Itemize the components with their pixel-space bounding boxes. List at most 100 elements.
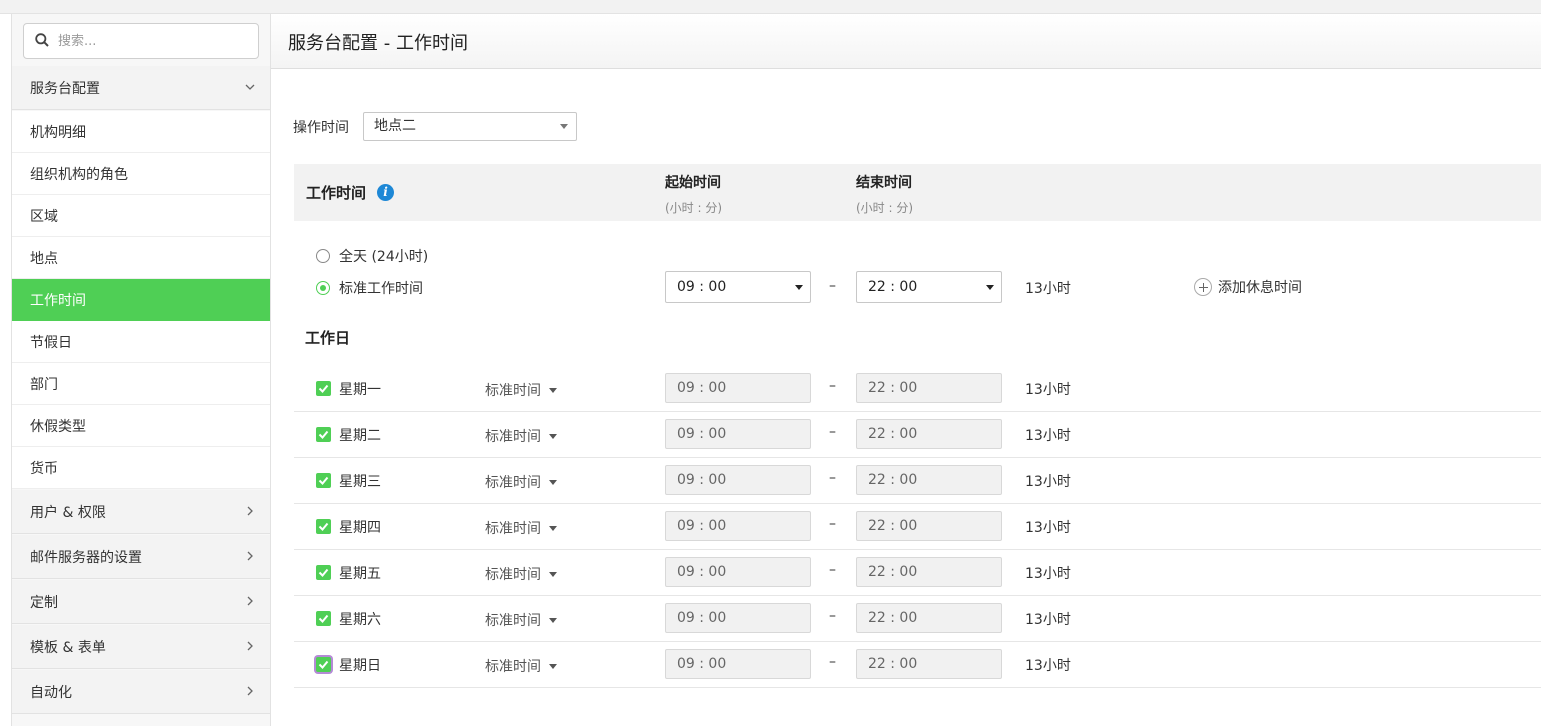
time-range-dash: –	[829, 562, 836, 578]
allday-radio[interactable]	[316, 249, 330, 263]
workday-start-value: 09 : 00	[677, 656, 727, 672]
workday-start-time: 09 : 00	[665, 603, 811, 633]
workday-end-value: 22 : 00	[868, 380, 918, 396]
time-range-dash: –	[829, 608, 836, 624]
caret-down-icon	[549, 571, 557, 577]
location-select[interactable]: 地点二	[363, 112, 577, 141]
sidebar-item-currency[interactable]: 货币	[12, 447, 270, 489]
sidebar-item-holidays[interactable]: 节假日	[12, 321, 270, 363]
standard-hours-label: 标准工作时间	[339, 281, 423, 297]
workday-total-hours: 13小时	[1025, 612, 1071, 628]
sidebar-item-org-details[interactable]: 机构明细	[12, 111, 270, 153]
workday-checkbox[interactable]	[316, 473, 331, 488]
workday-total-hours: 13小时	[1025, 520, 1071, 536]
sidebar-item-label: 机构明细	[30, 124, 86, 141]
time-range-dash: –	[829, 516, 836, 532]
add-break-button[interactable]: 添加休息时间	[1194, 277, 1302, 297]
checkmark-icon	[318, 384, 329, 393]
workday-mode-dropdown[interactable]: 标准时间	[485, 518, 557, 538]
workdays-title: 工作日	[305, 329, 351, 347]
workday-start-value: 09 : 00	[677, 472, 727, 488]
sidebar-group-label: 用户 & 权限	[30, 504, 106, 521]
add-break-label: 添加休息时间	[1218, 280, 1302, 296]
workday-row-tuesday: 星期二 标准时间 09 : 00 – 22 : 00 13小时	[294, 412, 1541, 458]
caret-down-icon	[549, 663, 557, 669]
checkmark-icon	[318, 430, 329, 439]
workday-name: 星期五	[339, 566, 381, 582]
search-box[interactable]	[23, 23, 259, 59]
workday-row-friday: 星期五 标准时间 09 : 00 – 22 : 00 13小时	[294, 550, 1541, 596]
workday-mode-dropdown[interactable]: 标准时间	[485, 610, 557, 630]
sidebar: 服务台配置 机构明细 组织机构的角色 区域 地点 工作时间 节假日 部门 休假类…	[11, 14, 271, 726]
page-title: 服务台配置 - 工作时间	[288, 33, 468, 54]
workday-checkbox[interactable]	[316, 519, 331, 534]
time-range-dash: –	[829, 378, 836, 394]
sidebar-group-automation[interactable]: 自动化	[12, 670, 270, 714]
sidebar-item-sites[interactable]: 地点	[12, 237, 270, 279]
end-time-header-unit: (小时 : 分)	[856, 201, 914, 215]
allday-option[interactable]: 全天 (24小时)	[316, 246, 428, 266]
top-strip	[0, 0, 1541, 14]
sidebar-group-templates-forms[interactable]: 模板 & 表单	[12, 625, 270, 669]
standard-hours-radio[interactable]	[316, 281, 330, 295]
workday-mode-dropdown[interactable]: 标准时间	[485, 380, 557, 400]
caret-down-icon	[549, 387, 557, 393]
start-time-select[interactable]: 09 : 00	[665, 271, 811, 303]
workday-total-hours: 13小时	[1025, 474, 1071, 490]
caret-down-icon	[986, 285, 994, 290]
end-time-select[interactable]: 22 : 00	[856, 271, 1002, 303]
checkmark-icon	[318, 614, 329, 623]
plus-circle-icon	[1194, 278, 1212, 296]
workday-start-value: 09 : 00	[677, 610, 727, 626]
workday-end-value: 22 : 00	[868, 518, 918, 534]
search-input[interactable]	[58, 31, 248, 51]
workday-end-value: 22 : 00	[868, 656, 918, 672]
sidebar-group-customization[interactable]: 定制	[12, 580, 270, 624]
start-time-header-unit: (小时 : 分)	[665, 201, 723, 215]
caret-down-icon	[549, 433, 557, 439]
workday-mode-dropdown[interactable]: 标准时间	[485, 472, 557, 492]
workday-mode-dropdown[interactable]: 标准时间	[485, 656, 557, 676]
workday-mode-label: 标准时间	[485, 429, 541, 445]
workday-row-wednesday: 星期三 标准时间 09 : 00 – 22 : 00 13小时	[294, 458, 1541, 504]
workday-mode-label: 标准时间	[485, 521, 541, 537]
workday-end-time: 22 : 00	[856, 557, 1002, 587]
sidebar-item-org-roles[interactable]: 组织机构的角色	[12, 153, 270, 195]
caret-down-icon	[560, 124, 568, 129]
hours-table-title: 工作时间	[306, 184, 367, 202]
workday-mode-dropdown[interactable]: 标准时间	[485, 564, 557, 584]
workday-mode-dropdown[interactable]: 标准时间	[485, 426, 557, 446]
workday-checkbox[interactable]	[316, 427, 331, 442]
chevron-down-icon	[245, 84, 255, 90]
workday-end-time: 22 : 00	[856, 419, 1002, 449]
sidebar-item-label: 工作时间	[30, 292, 86, 309]
workday-mode-label: 标准时间	[485, 475, 541, 491]
sidebar-item-leave-types[interactable]: 休假类型	[12, 405, 270, 447]
sidebar-group-helpdesk-config[interactable]: 服务台配置	[12, 66, 270, 110]
workday-checkbox[interactable]	[316, 381, 331, 396]
workday-checkbox[interactable]	[316, 657, 331, 672]
workday-name: 星期六	[339, 612, 381, 628]
sidebar-item-operational-hours[interactable]: 工作时间	[12, 279, 270, 321]
sidebar-group-label: 定制	[30, 594, 58, 611]
sidebar-group-users-permissions[interactable]: 用户 & 权限	[12, 490, 270, 534]
workday-checkbox[interactable]	[316, 565, 331, 580]
workday-checkbox[interactable]	[316, 611, 331, 626]
page-header: 服务台配置 - 工作时间	[271, 14, 1541, 69]
sidebar-item-label: 地点	[30, 250, 58, 267]
standard-hours-option[interactable]: 标准工作时间	[316, 278, 423, 298]
info-icon[interactable]: i	[377, 184, 394, 201]
sidebar-item-label: 区域	[30, 208, 58, 225]
workday-mode-label: 标准时间	[485, 567, 541, 583]
workday-total-hours: 13小时	[1025, 566, 1071, 582]
workday-name: 星期日	[339, 658, 381, 674]
time-range-dash: –	[829, 278, 836, 294]
sidebar-item-departments[interactable]: 部门	[12, 363, 270, 405]
sidebar-group-label: 模板 & 表单	[30, 639, 106, 656]
end-time-value: 22 : 00	[868, 279, 918, 295]
sidebar-group-mail-server[interactable]: 邮件服务器的设置	[12, 535, 270, 579]
sidebar-item-regions[interactable]: 区域	[12, 195, 270, 237]
total-hours: 13小时	[1025, 281, 1071, 297]
workday-total-hours: 13小时	[1025, 382, 1071, 398]
workday-name: 星期一	[339, 382, 381, 398]
